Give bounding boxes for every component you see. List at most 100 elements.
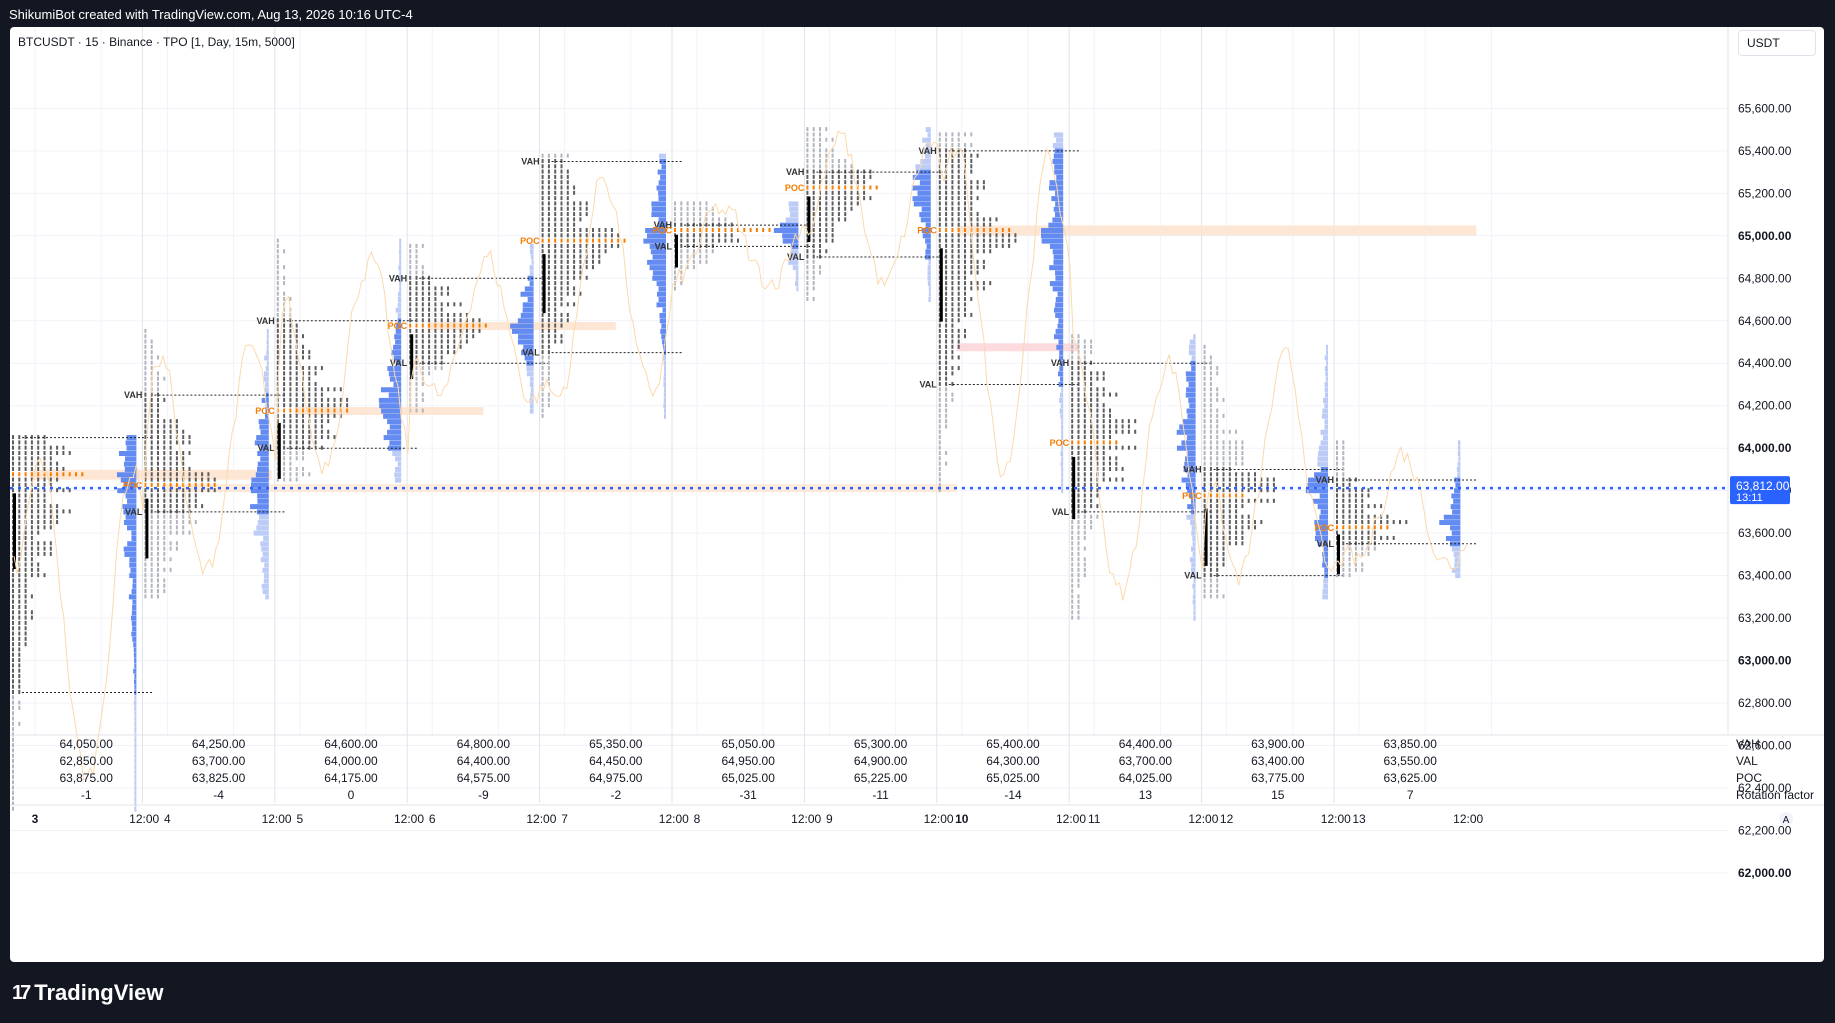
tpo-block — [415, 307, 418, 312]
tpo-block — [970, 265, 973, 270]
chart-panel[interactable]: VAH VAL POC VAH VAL POC VAH VAL POC VAH VAL POC VAH V… — [10, 27, 1824, 962]
tpo-block — [945, 413, 948, 418]
tpo-block — [837, 196, 840, 201]
tradingview-logo[interactable]: 17 TradingView — [12, 980, 163, 1006]
volume-profile-bar — [131, 589, 137, 595]
volume-profile-bar — [1455, 573, 1461, 579]
tpo-block — [812, 143, 815, 148]
volume-profile-bar — [1451, 493, 1461, 499]
tpo-block — [1235, 525, 1238, 530]
volume-profile-bar — [257, 466, 269, 472]
tpo-block — [819, 206, 821, 211]
tpo-block — [547, 350, 550, 355]
tpo-block — [157, 456, 159, 461]
volume-profile-bar — [1319, 493, 1328, 499]
tpo-block — [333, 413, 336, 418]
tpo-block — [623, 238, 626, 243]
tpo-block — [541, 392, 544, 397]
tpo-block — [150, 520, 153, 525]
tpo-block — [1336, 440, 1338, 445]
tpo-block — [289, 477, 292, 482]
tpo-block — [415, 259, 418, 264]
tpo-block — [1342, 472, 1345, 477]
tpo-block — [976, 270, 979, 275]
tpo-block — [1235, 451, 1238, 456]
tpo-block — [24, 589, 27, 594]
volume-profile-bar — [663, 397, 666, 403]
tpo-block — [674, 206, 676, 211]
table-cell-rotation: -9 — [478, 788, 489, 802]
tpo-block — [938, 185, 941, 190]
tpo-block — [1077, 366, 1080, 371]
table-cell-val: 63,550.00 — [1384, 754, 1438, 768]
tpo-block — [806, 137, 809, 142]
tpo-block — [150, 360, 153, 365]
tpo-block — [1001, 238, 1004, 243]
tpo-block — [850, 206, 853, 211]
tpo-block — [12, 620, 14, 625]
tpo-block — [1247, 525, 1250, 530]
tpo-block — [1203, 419, 1206, 424]
tpo-block — [951, 259, 954, 264]
tpo-block — [1405, 520, 1408, 525]
tpo-block — [541, 413, 544, 418]
tpo-block — [346, 397, 349, 402]
tpo-block — [554, 323, 557, 328]
tpo-block — [1235, 504, 1238, 509]
tpo-block — [1260, 520, 1263, 525]
tpo-block — [812, 265, 815, 270]
currency-button[interactable]: USDT — [1738, 30, 1816, 56]
volume-profile-bar — [520, 291, 534, 297]
tpo-block — [547, 307, 550, 312]
tpo-block — [945, 190, 948, 195]
tpo-block — [1083, 413, 1086, 418]
time-tick-label: 8 — [694, 812, 701, 826]
tpo-block — [1228, 488, 1231, 493]
tpo-block — [547, 392, 550, 397]
tpo-block — [945, 201, 948, 206]
volume-profile-bar — [129, 557, 137, 563]
table-cell-poc: 64,575.00 — [457, 771, 511, 785]
tpo-block — [283, 328, 286, 333]
tpo-block — [37, 573, 40, 578]
tpo-block — [863, 174, 866, 179]
tpo-block — [339, 387, 342, 392]
tpo-block — [610, 243, 613, 248]
tpo-block — [409, 307, 412, 312]
volume-profile-bar — [1057, 371, 1064, 377]
tpo-block — [1361, 520, 1364, 525]
tpo-block — [182, 514, 185, 519]
tpo-block — [163, 583, 166, 588]
symbol-legend[interactable]: BTCUSDT · 15 · Binance · TPO [1, Day, 15… — [18, 35, 295, 49]
tpo-block — [541, 206, 544, 211]
tpo-block — [150, 504, 153, 509]
tpo-block — [314, 397, 317, 402]
tpo-block — [1083, 339, 1086, 344]
tpo-block — [989, 249, 992, 254]
tpo-block — [283, 355, 286, 360]
tpo-block — [1209, 551, 1212, 556]
volume-profile-bar — [1056, 174, 1064, 180]
tpo-block — [541, 371, 544, 376]
table-cell-vah: 63,850.00 — [1384, 737, 1438, 751]
tpo-block — [459, 318, 462, 323]
tpo-block — [308, 403, 311, 408]
tpo-chart[interactable]: VAHVALPOCVAHVALPOCVAHVALPOCVAHVALPOCVAHV… — [10, 27, 1824, 962]
tpo-block — [1380, 504, 1383, 509]
volume-profile-bar — [132, 599, 137, 605]
tpo-block — [1203, 387, 1206, 392]
tradingview-wordmark: TradingView — [34, 980, 164, 1005]
tpo-block — [1373, 535, 1376, 540]
tpo-block — [415, 302, 418, 307]
tpo-block — [1203, 355, 1206, 360]
tpo-block — [12, 610, 14, 615]
tpo-block — [434, 350, 437, 355]
tpo-block — [541, 243, 544, 248]
tpo-block — [24, 583, 27, 588]
tpo-block — [276, 275, 279, 280]
tpo-block — [1216, 530, 1219, 535]
tpo-block — [150, 445, 153, 450]
tpo-block — [289, 366, 292, 371]
tpo-block — [18, 530, 21, 535]
tpo-block — [434, 312, 437, 317]
